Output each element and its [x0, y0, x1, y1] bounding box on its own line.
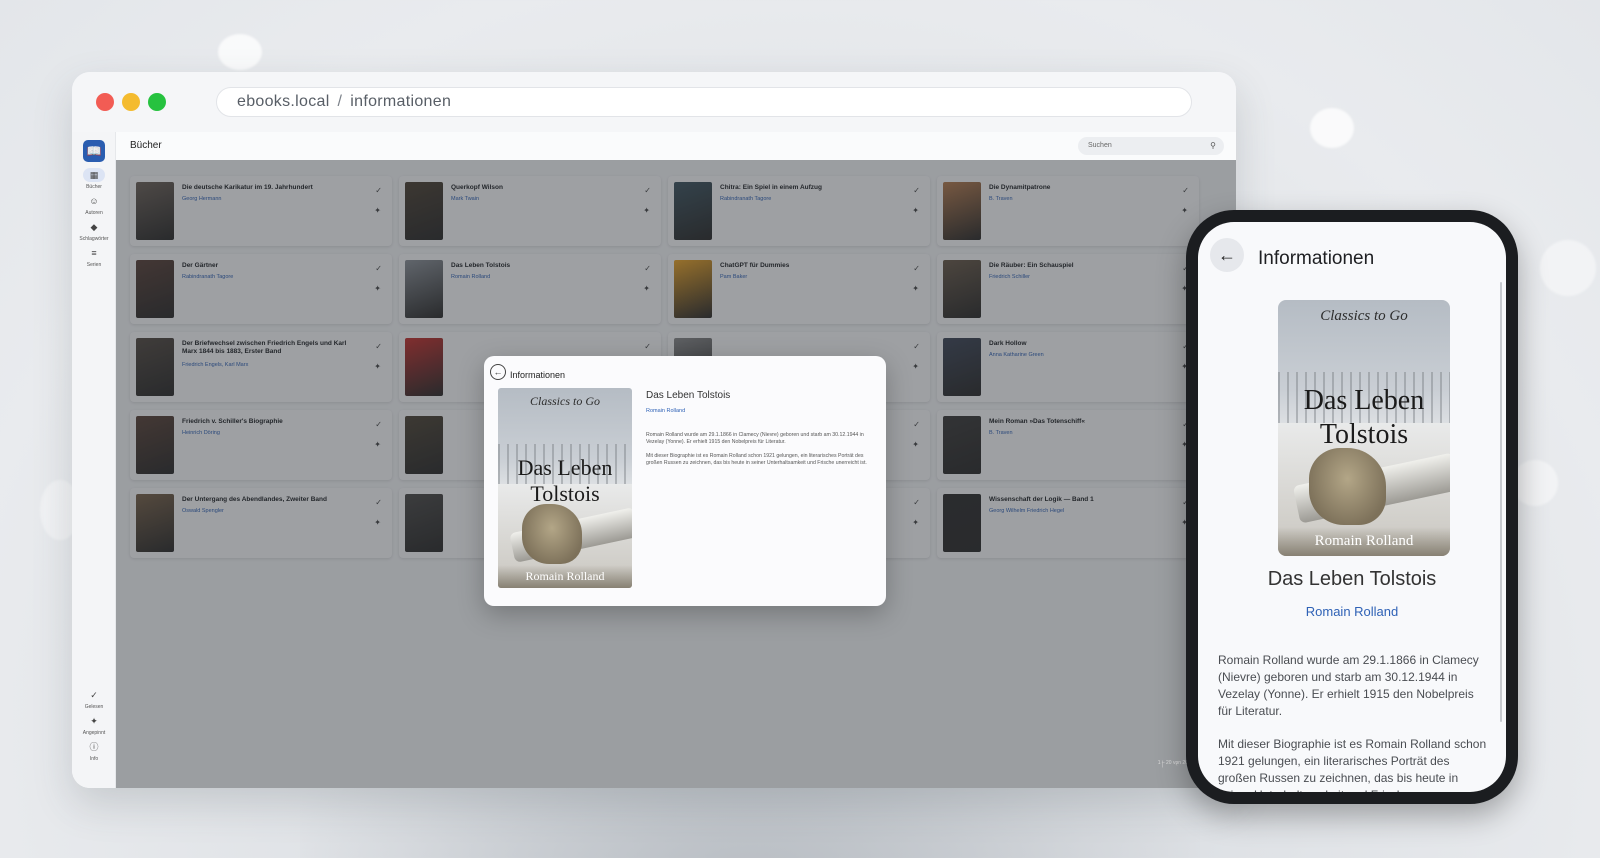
- nav-item-authors[interactable]: ☺ Autoren: [72, 194, 116, 216]
- cover-series-text: Classics to Go: [1320, 308, 1408, 324]
- close-window-button[interactable]: [96, 93, 114, 111]
- background-bokeh: [1512, 460, 1558, 506]
- cover-author-text: Romain Rolland: [1278, 527, 1450, 556]
- background-bokeh: [1540, 240, 1596, 296]
- nav-item-info[interactable]: ⓘ Info: [72, 740, 116, 762]
- phone-book-title: Das Leben Tolstois: [1267, 568, 1437, 590]
- nav-item-series[interactable]: ≡ Serien: [72, 246, 116, 268]
- description-paragraph: Romain Rolland wurde am 29.1.1866 in Cla…: [646, 432, 864, 445]
- search-placeholder: Suchen: [1088, 142, 1112, 149]
- url-path: informationen: [350, 93, 452, 110]
- app-topbar: Bücher Suchen ⚲: [116, 132, 1236, 160]
- address-bar[interactable]: ebooks.local / informationen: [216, 87, 1192, 117]
- nav-item-pinned[interactable]: ✦ Angepinnt: [72, 714, 116, 736]
- nav-item-label: Schlagwörter: [79, 236, 109, 242]
- phone-book-author[interactable]: Romain Rolland: [1198, 604, 1506, 619]
- app-logo-icon: 📖: [83, 140, 105, 162]
- check-icon: ✓: [90, 690, 98, 700]
- nav-item-label: Angepinnt: [82, 730, 106, 736]
- nav-item-books[interactable]: ▦ Bücher: [72, 168, 116, 190]
- description-paragraph: Mit dieser Biographie ist es Romain Roll…: [646, 453, 867, 466]
- book-cover-image: Classics to Go Das Leben Tolstois Romain…: [498, 388, 632, 588]
- dialog-title: Informationen: [510, 370, 566, 380]
- nav-item-label: Bücher: [86, 184, 102, 190]
- description-paragraph: Romain Rolland wurde am 29.1.1866 in Cla…: [1218, 653, 1479, 718]
- page-title: Bücher: [130, 140, 162, 151]
- maximize-window-button[interactable]: [148, 93, 166, 111]
- scrollbar[interactable]: [1500, 282, 1502, 722]
- search-icon: ⚲: [1210, 141, 1216, 150]
- dialog-book-title: Das Leben Tolstois: [646, 390, 731, 401]
- tag-icon: ◆: [90, 222, 98, 232]
- background-bokeh: [218, 34, 262, 70]
- phone-page-title: Informationen: [1258, 248, 1375, 269]
- nav-item-tags[interactable]: ◆ Schlagwörter: [72, 220, 116, 242]
- nav-item-label: Serien: [86, 262, 102, 268]
- url-host: ebooks.local: [237, 93, 330, 110]
- browser-toolbar: ebooks.local / informationen: [72, 72, 1236, 132]
- description-paragraph: Mit dieser Biographie ist es Romain Roll…: [1218, 737, 1487, 792]
- nav-item-label: Info: [89, 756, 99, 762]
- nav-item-label: Autoren: [85, 210, 103, 216]
- dialog-description: Romain Rolland wurde am 29.1.1866 in Cla…: [646, 432, 871, 467]
- browser-window: ebooks.local / informationen 📖 ▦ Bücher ☺ …: [72, 72, 1236, 788]
- book-cover-image: Classics to Go Das Leben Tolstois Romain…: [1278, 300, 1450, 556]
- books-icon: ▦: [83, 168, 105, 182]
- nav-item-label: Gelesen: [84, 704, 104, 710]
- back-arrow-icon[interactable]: ←: [1210, 238, 1244, 272]
- list-icon: ≡: [91, 248, 97, 258]
- cover-title-line: Das Leben: [1303, 385, 1425, 416]
- cover-title-line: Tolstois: [1319, 419, 1409, 450]
- people-icon: ☺: [89, 196, 99, 206]
- info-dialog: ← Informationen Classics to Go Das Leben…: [484, 356, 886, 606]
- background-bokeh: [1310, 108, 1354, 148]
- pin-icon: ✦: [90, 716, 98, 726]
- ebook-app: 📖 ▦ Bücher ☺ Autoren ◆ Schlagwörter ≡ Se…: [72, 132, 1236, 788]
- nav-item-read[interactable]: ✓ Gelesen: [72, 688, 116, 710]
- cover-title-line: Das Leben: [517, 455, 613, 480]
- phone-screen: ← Informationen Classics to Go Das Leben…: [1198, 222, 1506, 792]
- search-input[interactable]: Suchen ⚲: [1078, 137, 1224, 155]
- cover-series-text: Classics to Go: [529, 394, 600, 408]
- dialog-book-author[interactable]: Romain Rolland: [646, 408, 685, 414]
- cover-author-text: Romain Rolland: [498, 565, 632, 588]
- info-icon: ⓘ: [89, 742, 99, 752]
- navigation-rail: 📖 ▦ Bücher ☺ Autoren ◆ Schlagwörter ≡ Se…: [72, 132, 116, 788]
- minimize-window-button[interactable]: [122, 93, 140, 111]
- book-grid: Die deutsche Karikatur im 19. Jahrhunder…: [116, 160, 1236, 788]
- cover-title-line: Tolstois: [530, 481, 600, 506]
- phone-mockup: ← Informationen Classics to Go Das Leben…: [1186, 210, 1518, 804]
- back-arrow-icon[interactable]: ←: [490, 364, 506, 380]
- url-separator: /: [337, 93, 343, 110]
- phone-description: Romain Rolland wurde am 29.1.1866 in Cla…: [1218, 652, 1490, 792]
